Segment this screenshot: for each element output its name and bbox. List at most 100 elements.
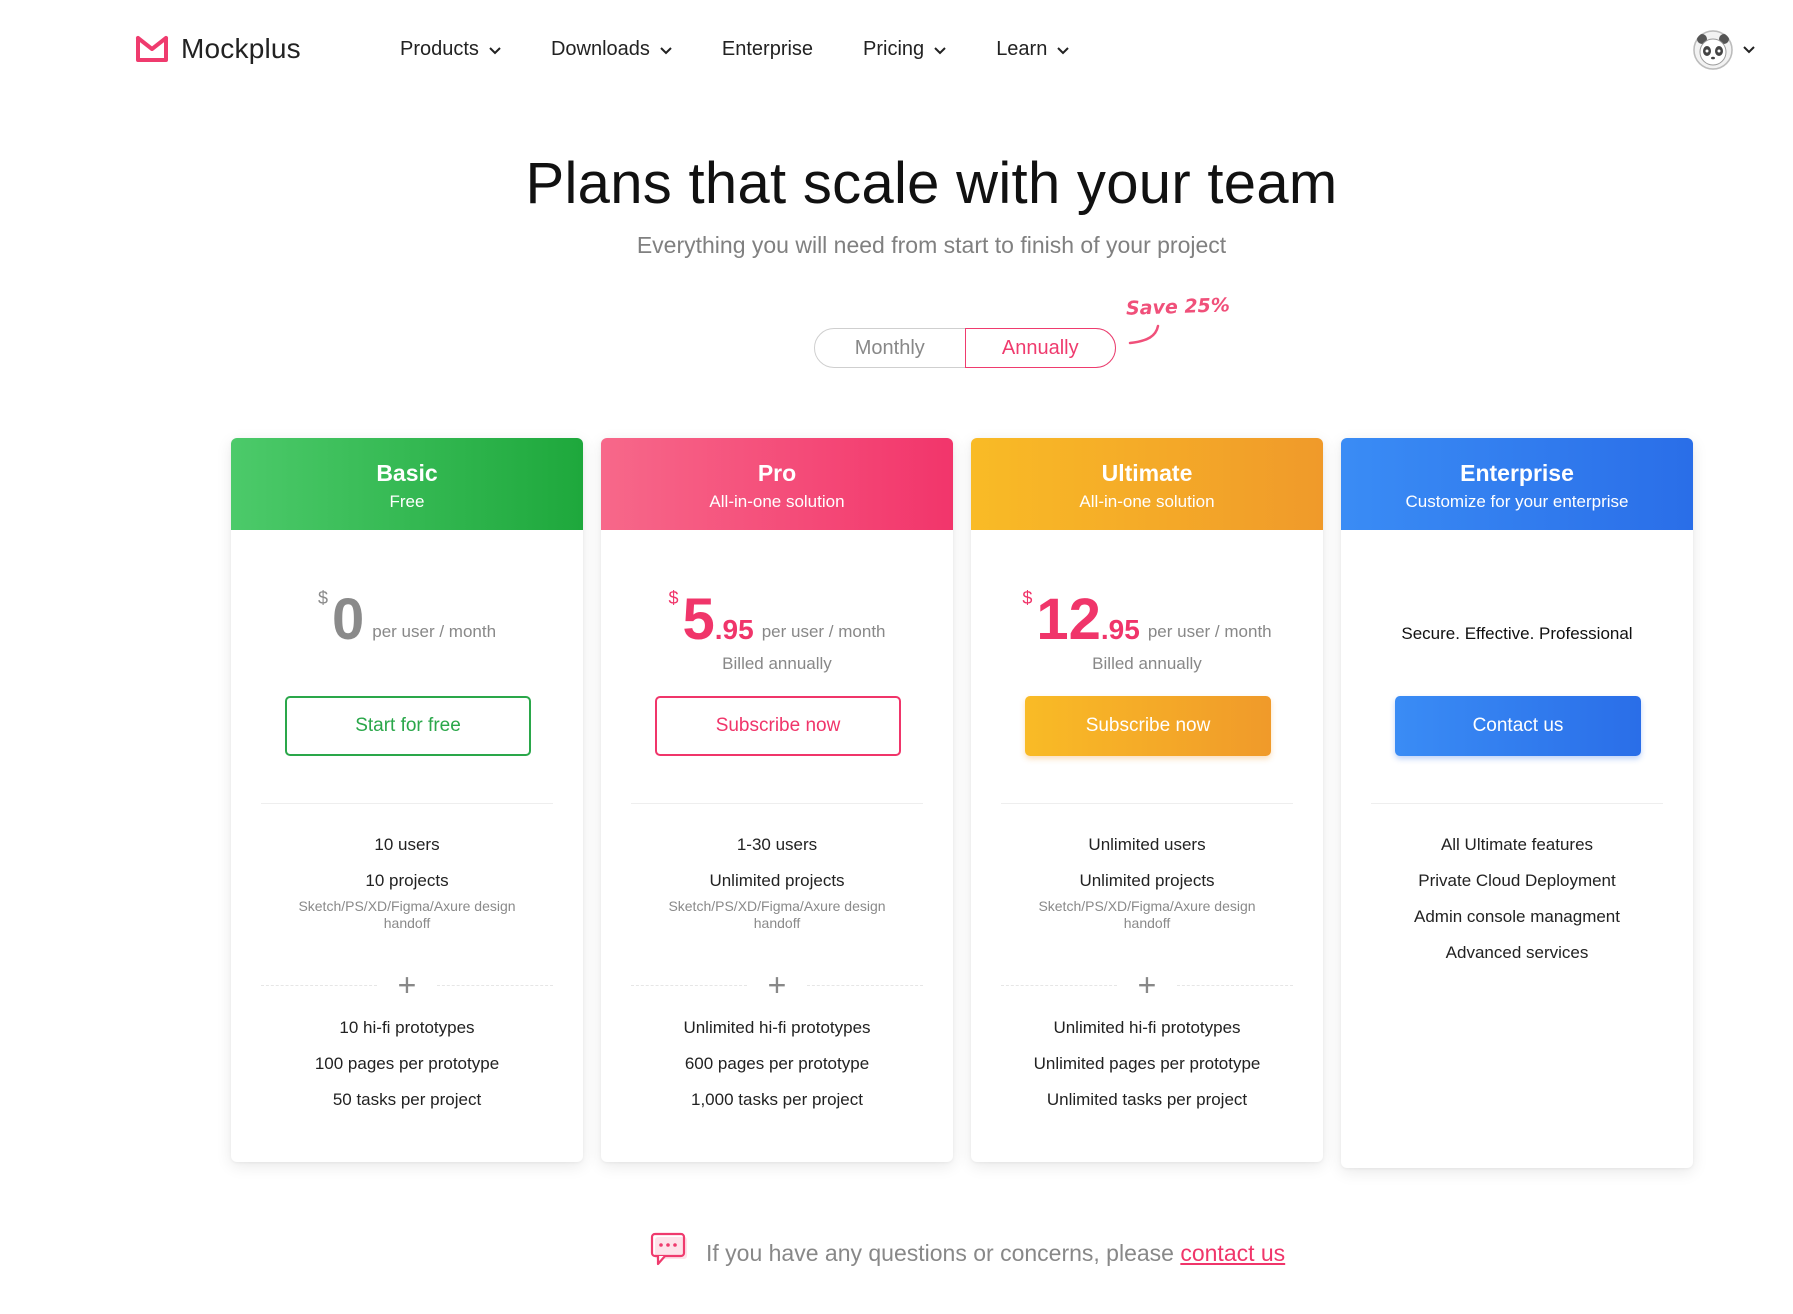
feature-item: 1,000 tasks per project: [691, 1090, 863, 1109]
subscribe-ultimate-button[interactable]: Subscribe now: [1025, 696, 1271, 756]
main-nav: Products Downloads Enterprise Pricing Le…: [400, 38, 1119, 61]
brand-name: Mockplus: [181, 33, 301, 64]
page-subtitle: Everything you will need from start to f…: [636, 232, 1227, 258]
plan-tagline: All-in-one solution: [709, 492, 845, 511]
plan-price: $ 12 .95 per user / month: [971, 586, 1323, 652]
divider: [1001, 803, 1293, 804]
feature-item: Advanced services: [1445, 943, 1589, 962]
plan-tagline: Customize for your enterprise: [1405, 492, 1629, 511]
chevron-down-icon: [489, 38, 501, 61]
save-note: Save 25%: [1125, 294, 1231, 320]
plan-header: Enterprise Customize for your enterprise: [1341, 438, 1693, 530]
toggle-monthly[interactable]: Monthly: [815, 329, 965, 367]
price-unit: per user / month: [372, 622, 497, 641]
currency-symbol: $: [668, 588, 679, 608]
price-unit: per user / month: [761, 622, 886, 641]
toggle-annually[interactable]: Annually: [964, 328, 1116, 368]
feature-item: Unlimited hi-fi prototypes: [1053, 1018, 1241, 1037]
divider: [261, 803, 553, 804]
chat-bubble-icon: [650, 1232, 690, 1274]
feature-item: Unlimited projects: [1079, 871, 1215, 890]
plan-tagline: All-in-one solution: [1079, 492, 1215, 511]
nav-label: Pricing: [863, 38, 925, 60]
price-integer: 5: [682, 587, 715, 652]
user-menu[interactable]: [1693, 30, 1755, 70]
feature-item: Unlimited hi-fi prototypes: [683, 1018, 871, 1037]
divider: [1371, 803, 1663, 804]
feature-item: Unlimited pages per prototype: [1033, 1054, 1261, 1073]
curved-arrow-icon: [1128, 324, 1160, 345]
chevron-down-icon: [660, 38, 672, 61]
logo[interactable]: Mockplus: [135, 33, 301, 65]
plan-description: Secure. Effective. Professional: [1401, 624, 1633, 643]
feature-item: All Ultimate features: [1440, 835, 1594, 854]
price-decimal: .95: [1100, 614, 1140, 645]
contact-prompt: If you have any questions or concerns, p…: [650, 1232, 1285, 1274]
contact-prompt-text: If you have any questions or concerns, p…: [706, 1240, 1285, 1267]
billing-note: Billed annually: [1092, 654, 1202, 673]
start-for-free-button[interactable]: Start for free: [285, 696, 531, 756]
plus-separator: +: [261, 967, 553, 1003]
price-integer: 0: [331, 587, 365, 652]
feature-note: Sketch/PS/XD/Figma/Axure design handoff: [1038, 898, 1256, 931]
billing-toggle: Monthly Annually: [814, 328, 1116, 368]
currency-symbol: $: [1022, 588, 1033, 608]
plus-icon: +: [767, 967, 787, 1003]
plan-card-pro: Pro All-in-one solution $ 5 .95 per user…: [601, 438, 953, 1162]
divider: [631, 803, 923, 804]
price-integer: 12: [1036, 587, 1101, 652]
plan-price: $ 0 per user / month: [231, 586, 583, 652]
nav-label: Downloads: [550, 38, 650, 60]
plan-card-ultimate: Ultimate All-in-one solution $ 12 .95 pe…: [971, 438, 1323, 1162]
plan-name: Pro: [757, 460, 797, 486]
feature-item: 10 users: [374, 835, 440, 854]
plan-card-basic: Basic Free $ 0 per user / month Start fo…: [231, 438, 583, 1162]
footer-text: If you have any questions or concerns, p…: [706, 1239, 1174, 1266]
contact-us-link[interactable]: contact us: [1180, 1240, 1285, 1266]
plan-price: $ 5 .95 per user / month: [601, 586, 953, 652]
feature-item: 600 pages per prototype: [684, 1054, 870, 1073]
plan-header: Basic Free: [231, 438, 583, 530]
feature-item: 100 pages per prototype: [314, 1054, 500, 1073]
billing-note: Billed annually: [722, 654, 832, 673]
nav-downloads[interactable]: Downloads: [551, 38, 672, 61]
plan-name: Basic: [376, 460, 438, 486]
price-decimal: .95: [714, 614, 754, 645]
feature-item: 10 hi-fi prototypes: [339, 1018, 475, 1037]
plan-header: Pro All-in-one solution: [601, 438, 953, 530]
plus-icon: +: [1137, 967, 1157, 1003]
nav-products[interactable]: Products: [400, 38, 501, 61]
nav-enterprise[interactable]: Enterprise: [722, 38, 813, 61]
feature-item: 1-30 users: [736, 835, 818, 854]
chevron-down-icon: [1057, 38, 1070, 61]
price-unit: per user / month: [1147, 622, 1272, 641]
feature-item: Admin console managment: [1413, 907, 1620, 926]
plan-card-enterprise: Enterprise Customize for your enterprise…: [1341, 438, 1693, 1168]
plan-tagline: Free: [389, 492, 425, 511]
page-title: Plans that scale with your team: [525, 151, 1338, 216]
feature-item: Private Cloud Deployment: [1418, 871, 1616, 890]
contact-us-button[interactable]: Contact us: [1395, 696, 1641, 756]
feature-item: 50 tasks per project: [332, 1090, 482, 1109]
feature-item: 10 projects: [365, 871, 449, 890]
currency-symbol: $: [317, 588, 328, 608]
feature-item: Unlimited projects: [709, 871, 845, 890]
feature-note: Sketch/PS/XD/Figma/Axure design handoff: [298, 898, 516, 931]
plus-separator: +: [631, 967, 923, 1003]
nav-pricing[interactable]: Pricing: [863, 38, 946, 61]
plus-separator: +: [1001, 967, 1293, 1003]
panda-avatar-icon: [1693, 30, 1733, 70]
plus-icon: +: [397, 967, 417, 1003]
top-navbar: Mockplus Products Downloads Enterprise P…: [0, 0, 1793, 100]
feature-item: Unlimited tasks per project: [1046, 1090, 1248, 1109]
plan-name: Enterprise: [1460, 460, 1574, 486]
nav-label: Enterprise: [721, 38, 814, 60]
nav-learn[interactable]: Learn: [996, 38, 1070, 61]
plan-name: Ultimate: [1101, 460, 1193, 486]
chevron-down-icon: [1743, 41, 1755, 59]
nav-label: Products: [400, 38, 479, 60]
chevron-down-icon: [934, 38, 946, 61]
subscribe-pro-button[interactable]: Subscribe now: [655, 696, 901, 756]
plan-header: Ultimate All-in-one solution: [971, 438, 1323, 530]
feature-note: Sketch/PS/XD/Figma/Axure design handoff: [668, 898, 886, 931]
